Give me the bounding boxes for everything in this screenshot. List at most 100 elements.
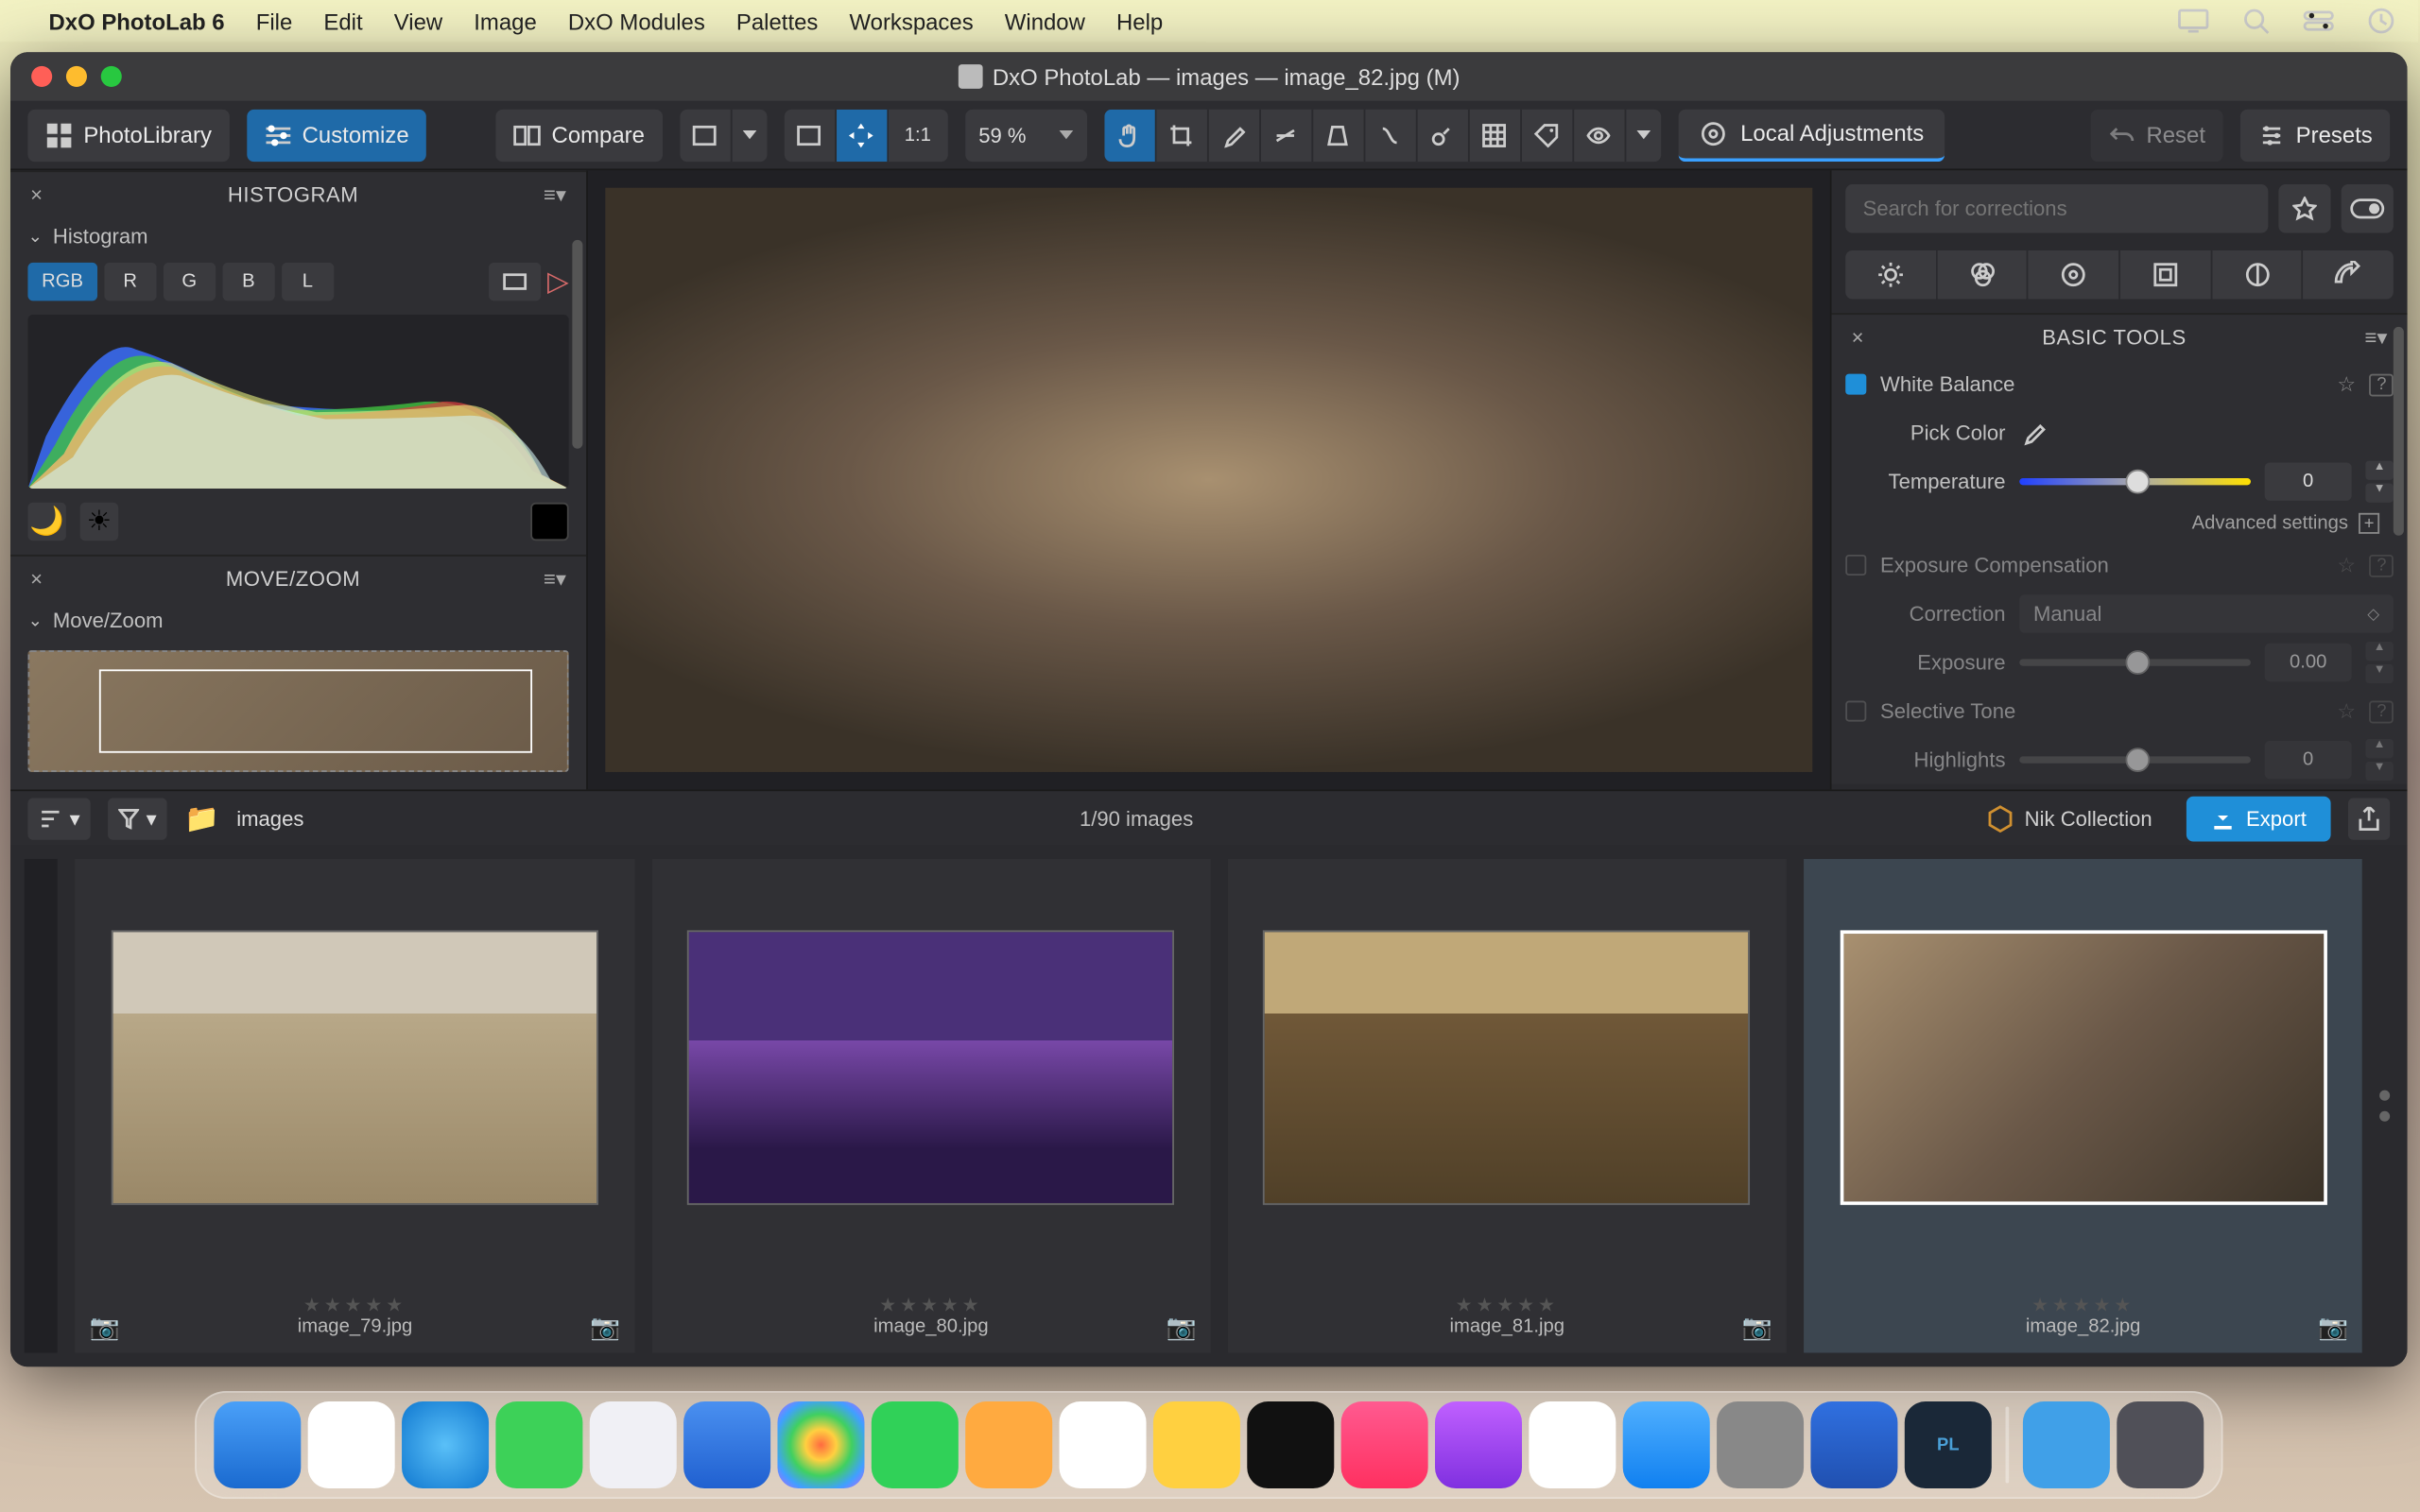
rating-stars[interactable]: ★★★★★ [2031,1293,2135,1315]
dock-app1[interactable] [1810,1401,1897,1488]
channel-b[interactable]: B [222,263,274,301]
correction-dropdown[interactable]: Manual ◇ [2019,594,2394,632]
tab-effects[interactable] [2304,250,2394,300]
local-adjustments-button[interactable]: Local Adjustments [1678,109,1945,161]
movezoom-preview[interactable] [27,650,568,772]
scroll-dot[interactable] [2380,1091,2391,1101]
dock-finder[interactable] [214,1401,301,1488]
move-button[interactable] [836,109,888,161]
channel-rgb[interactable]: RGB [27,263,96,301]
tab-detail[interactable] [2029,250,2120,300]
wb-checkbox[interactable] [1845,374,1866,395]
dock-trash[interactable] [2117,1401,2204,1488]
favorite-button[interactable] [2278,184,2330,233]
shadow-clip-button[interactable]: 🌙 [27,503,65,541]
highlights-slider[interactable] [2019,756,2251,763]
thumbnail-card[interactable]: ★★★★★ image_79.jpg 📷 📷 [76,859,634,1353]
window-minimize-button[interactable] [66,66,87,87]
retouch-tool[interactable] [1417,109,1469,161]
dock-notes[interactable] [1153,1401,1240,1488]
eyedropper-button[interactable] [2019,419,2047,446]
photolibrary-button[interactable]: PhotoLibrary [27,109,229,161]
layout-dropdown-button[interactable] [732,109,767,161]
advanced-settings-toggle[interactable]: Advanced settings + [1845,506,2394,541]
rating-stars[interactable]: ★★★★★ [1456,1293,1559,1315]
fit-button[interactable] [784,109,836,161]
layout-single-button[interactable] [680,109,732,161]
tab-local[interactable] [2212,250,2304,300]
basic-tools-menu[interactable]: ≡▾ [2359,325,2394,350]
menu-help[interactable]: Help [1116,8,1163,34]
rating-stars[interactable]: ★★★★★ [879,1293,982,1315]
highlight-clip-button[interactable]: ☀ [80,503,118,541]
dock-downloads[interactable] [2023,1401,2110,1488]
channel-play-button[interactable]: ▷ [547,265,569,300]
dock-podcasts[interactable] [1435,1401,1522,1488]
wb-fav[interactable]: ☆ [2337,372,2356,397]
thumbnail-card[interactable]: ★★★★★ image_80.jpg 📷 [651,859,1210,1353]
dock-appstore[interactable] [1623,1401,1710,1488]
search-input[interactable] [1845,184,2268,233]
tab-light[interactable] [1845,250,1937,300]
dock-messages[interactable] [495,1401,582,1488]
expcomp-fav[interactable]: ☆ [2337,553,2356,577]
one-to-one-button[interactable]: 1:1 [889,109,948,161]
right-scrollbar[interactable] [2394,327,2404,536]
dock-facetime[interactable] [872,1401,959,1488]
temp-slider[interactable] [2019,478,2251,485]
preview-tool[interactable] [1573,109,1625,161]
rating-stars[interactable]: ★★★★★ [303,1293,406,1315]
dock-maps[interactable] [683,1401,770,1488]
reshape-tool[interactable] [1365,109,1417,161]
left-scrollbar[interactable] [572,240,582,449]
dock-launchpad[interactable] [308,1401,395,1488]
dock-photolab[interactable]: PL [1905,1401,1992,1488]
presets-button[interactable]: Presets [2240,109,2390,161]
menu-window[interactable]: Window [1005,8,1085,34]
expcomp-checkbox[interactable] [1845,555,1866,576]
tab-geometry[interactable] [2120,250,2212,300]
dock-reminders[interactable] [1060,1401,1147,1488]
dock-tv[interactable] [1247,1401,1334,1488]
thumbnail-card[interactable]: ★★★★★ image_81.jpg 📷 [1228,859,1787,1353]
window-close-button[interactable] [31,66,52,87]
app-name[interactable]: DxO PhotoLab 6 [49,8,225,34]
menu-file[interactable]: File [256,8,293,34]
compare-button[interactable]: Compare [496,109,663,161]
thumbnail-card-selected[interactable]: ★★★★★ image_82.jpg 📷 [1804,859,2362,1353]
dock-safari[interactable] [402,1401,489,1488]
seltone-help[interactable]: ? [2370,700,2394,723]
histogram-menu-button[interactable]: ≡▾ [538,182,573,207]
tab-color[interactable] [1937,250,2029,300]
seltone-fav[interactable]: ☆ [2337,699,2356,724]
menu-modules[interactable]: DxO Modules [568,8,705,34]
channel-display-button[interactable] [488,263,540,301]
zoom-select[interactable]: 59 % [964,109,1086,161]
dock-music[interactable] [1341,1401,1428,1488]
menu-edit[interactable]: Edit [323,8,362,34]
reset-button[interactable]: Reset [2091,109,2223,161]
share-button[interactable] [2348,798,2390,839]
menu-palettes[interactable]: Palettes [736,8,818,34]
control-center-icon[interactable] [2303,6,2334,37]
eyedropper-tool[interactable] [1208,109,1260,161]
menu-view[interactable]: View [394,8,442,34]
grid-tool[interactable] [1469,109,1521,161]
screen-icon[interactable] [2178,6,2209,37]
sort-button[interactable]: ▾ [27,798,90,839]
histogram-close-button[interactable]: × [25,182,49,207]
folder-name[interactable]: images [236,806,303,831]
export-button[interactable]: Export [2187,796,2330,841]
master-toggle[interactable] [2342,184,2394,233]
temp-value[interactable]: 0 [2265,462,2352,500]
dock-news[interactable] [1529,1401,1616,1488]
wb-help[interactable]: ? [2370,373,2394,396]
menu-workspaces[interactable]: Workspaces [849,8,973,34]
customize-button[interactable]: Customize [247,109,426,161]
basic-tools-close[interactable]: × [1845,325,1870,350]
perspective-tool[interactable] [1312,109,1364,161]
dock-contacts[interactable] [965,1401,1052,1488]
clock-icon[interactable] [2365,6,2396,37]
temp-stepper[interactable]: ▲▼ [2365,459,2393,505]
channel-r[interactable]: R [104,263,156,301]
